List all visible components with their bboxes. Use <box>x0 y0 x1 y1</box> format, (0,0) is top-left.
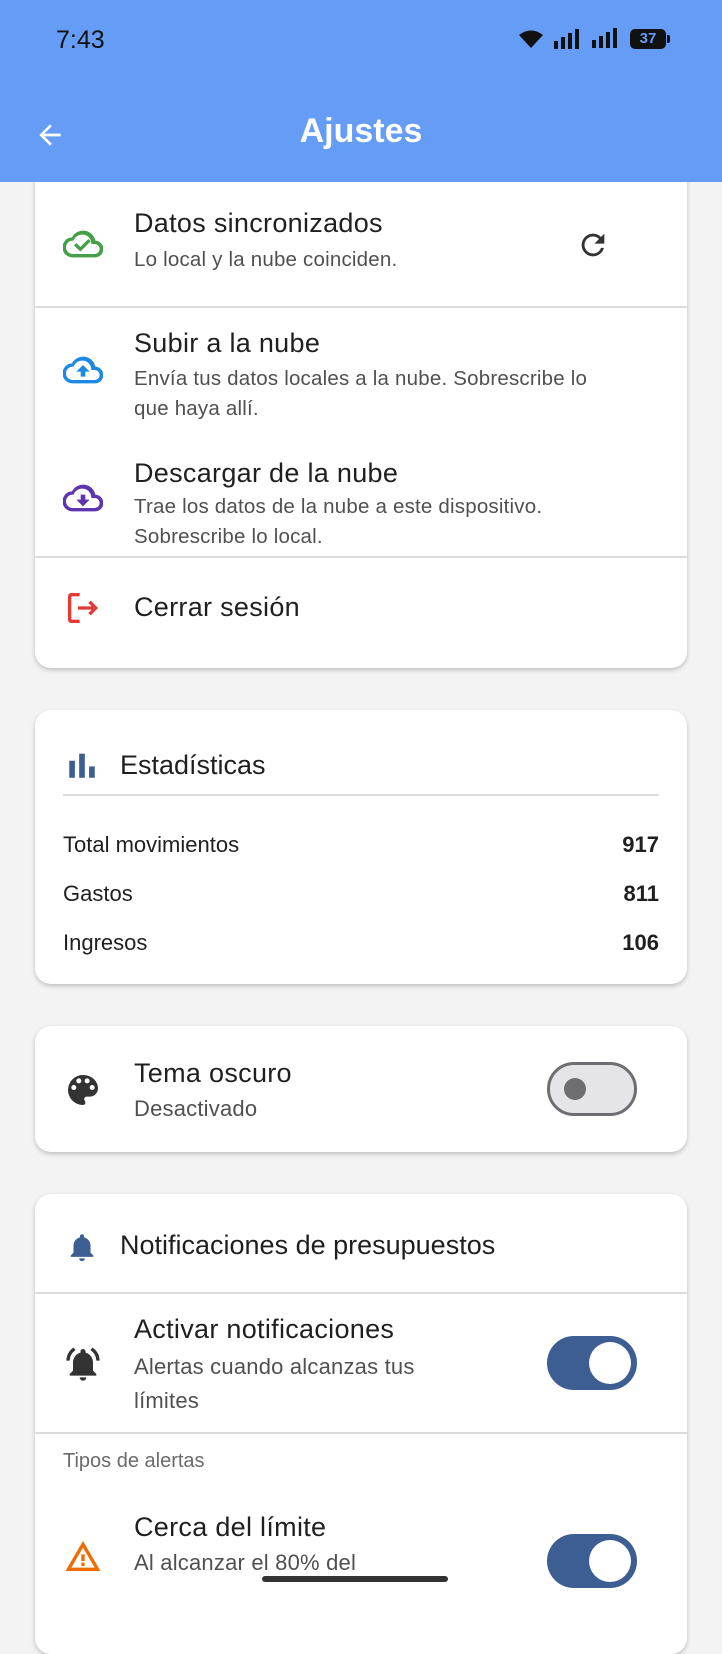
download-title: Descargar de la nube <box>134 458 399 488</box>
upload-title: Subir a la nube <box>134 328 321 358</box>
stat-row: Total movimientos 917 <box>63 832 659 862</box>
divider <box>63 794 659 796</box>
alert-types-caption: Tipos de alertas <box>63 1450 205 1472</box>
battery-icon: 37 <box>630 29 670 49</box>
upload-subtitle: Envía tus datos locales a la nube. Sobre… <box>134 367 588 420</box>
dark-theme-tile[interactable]: Tema oscuro Desactivado <box>35 1026 687 1152</box>
stat-value: 917 <box>622 832 659 857</box>
palette-icon <box>63 1070 103 1110</box>
near-limit-tile[interactable]: Cerca del límite Al alcanzar el 80% del <box>35 1494 687 1634</box>
signal-roaming-icon <box>592 28 617 48</box>
download-subtitle: Trae los datos de la nube a este disposi… <box>134 495 543 548</box>
switch-knob <box>589 1540 631 1582</box>
cloud-done-icon <box>63 224 103 264</box>
stat-row: Ingresos 106 <box>63 930 659 960</box>
enable-notifications-switch[interactable] <box>547 1336 637 1390</box>
sync-status-subtitle: Lo local y la nube coinciden. <box>134 248 398 271</box>
enable-notifications-tile[interactable]: Activar notificaciones Alertas cuando al… <box>35 1294 687 1432</box>
enable-notifications-title: Activar notificaciones <box>134 1314 395 1344</box>
stat-label: Total movimientos <box>63 832 240 857</box>
dark-theme-title: Tema oscuro <box>134 1058 292 1088</box>
wifi-icon <box>519 30 543 48</box>
stat-label: Ingresos <box>63 930 148 955</box>
logout-tile[interactable]: Cerrar sesión <box>35 558 687 668</box>
stat-label: Gastos <box>63 881 133 906</box>
upload-tile[interactable]: Subir a la nube Envía tus datos locales … <box>35 308 687 438</box>
stat-row: Gastos 811 <box>63 881 659 911</box>
status-icons: 37 <box>518 28 670 50</box>
cloud-download-icon <box>63 478 103 518</box>
notifications-card: Notificaciones de presupuestos Activar n… <box>35 1194 687 1654</box>
bell-icon <box>65 1230 99 1269</box>
home-indicator[interactable] <box>262 1576 448 1582</box>
status-time: 7:43 <box>56 26 105 54</box>
cloud-upload-icon <box>63 350 103 390</box>
near-limit-subtitle: Al alcanzar el 80% del <box>134 1550 357 1575</box>
logout-icon <box>63 588 103 628</box>
sync-card: Datos sincronizados Lo local y la nube c… <box>35 150 687 668</box>
stat-value: 106 <box>622 930 659 955</box>
page-title: Ajustes <box>299 112 423 150</box>
divider <box>35 1432 687 1434</box>
notifications-title: Notificaciones de presupuestos <box>120 1230 496 1260</box>
signal-icon <box>554 29 579 49</box>
refresh-icon <box>581 233 605 257</box>
switch-knob <box>564 1078 586 1100</box>
app-bar: 7:43 37 Ajustes <box>0 0 722 182</box>
dark-theme-switch[interactable] <box>547 1062 637 1116</box>
warning-icon <box>63 1536 103 1576</box>
bar-chart-icon <box>65 748 99 787</box>
logout-label: Cerrar sesión <box>134 592 300 622</box>
sync-status-title: Datos sincronizados <box>134 208 383 238</box>
theme-card: Tema oscuro Desactivado <box>35 1026 687 1152</box>
stats-title: Estadísticas <box>120 750 266 780</box>
enable-notifications-subtitle: Alertas cuando alcanzas tus límites <box>134 1354 415 1413</box>
switch-knob <box>589 1342 631 1384</box>
near-limit-title: Cerca del límite <box>134 1512 327 1542</box>
download-tile[interactable]: Descargar de la nube Trae los datos de l… <box>35 438 687 556</box>
near-limit-switch[interactable] <box>547 1534 637 1588</box>
stat-value: 811 <box>623 881 660 906</box>
stats-card: Estadísticas Total movimientos 917 Gasto… <box>35 710 687 984</box>
notifications-active-icon <box>63 1344 103 1384</box>
refresh-button[interactable] <box>573 225 613 265</box>
